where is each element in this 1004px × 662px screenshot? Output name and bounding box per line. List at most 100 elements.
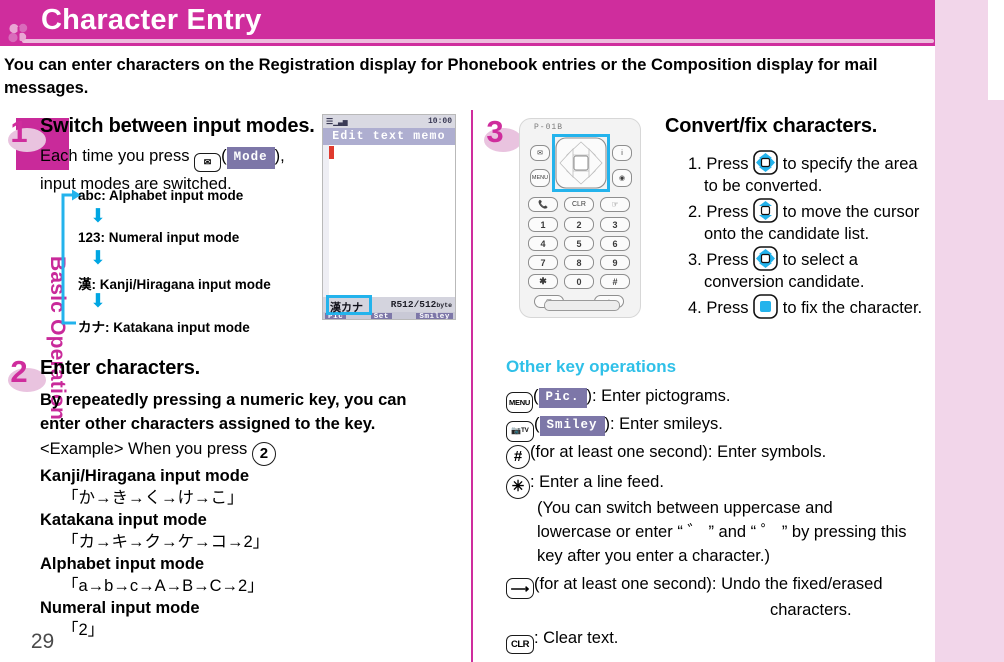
- handset-key-6: 6: [600, 236, 630, 251]
- cycle-down-arrow-2: ⬇: [90, 291, 106, 312]
- handset-clr-key: CLR: [564, 197, 594, 212]
- other-key-row-clear: CLR: Clear text.: [506, 627, 619, 655]
- step-2-number: 2: [10, 354, 28, 389]
- handset-speaker-slot: [544, 300, 620, 311]
- other-key-text-linefeed: : Enter a line feed.: [530, 473, 664, 491]
- handset-key-1: 1: [528, 217, 558, 232]
- nav-up-down-key-icon: [753, 198, 778, 223]
- other-key-row-undo: ⟶ (for at least one second): Undo the fix…: [506, 573, 883, 599]
- other-key-text-undo-cont: characters.: [770, 601, 852, 619]
- other-key-text-smileys: ): Enter smileys.: [604, 415, 723, 433]
- other-key-row-pictograms: MENU(Pic.): Enter pictograms.: [506, 385, 731, 414]
- phone-clock: 10:00: [427, 117, 452, 126]
- step-3-item-3: 3. Press to select a: [688, 246, 948, 272]
- step-2-mode-name-2: Alphabet input mode: [40, 555, 205, 573]
- cycle-down-arrow-1: ⬇: [90, 248, 106, 269]
- handset-key-hash: #: [600, 274, 630, 289]
- handset-mail-key: ✉: [530, 145, 550, 161]
- mode-cycle-item-1: 123: Numeral input mode: [78, 230, 240, 245]
- other-key-text-symbols: (for at least one second): Enter symbols…: [530, 443, 827, 461]
- camera-tv-key-icon: 📷 TV: [506, 420, 534, 442]
- page-title: Character Entry: [41, 4, 262, 36]
- other-key-operations-title: Other key operations: [506, 357, 677, 376]
- other-key-text-undo: (for at least one second): Undo the fixe…: [534, 575, 883, 593]
- counter-value: 512/512: [396, 299, 437, 310]
- input-mode-cycle: abc: Alphabet input mode ⬇ 123: Numeral …: [60, 188, 330, 335]
- step-3-item-3-post: to select a: [782, 251, 858, 269]
- handset-call-key: 📞: [528, 197, 558, 212]
- cycle-loop-arrow: [61, 189, 81, 325]
- center-select-key-icon: [753, 294, 778, 319]
- handset-key-5: 5: [564, 236, 594, 251]
- smiley-softkey-chip: Smiley: [539, 416, 605, 436]
- handset-key-8: 8: [564, 255, 594, 270]
- handset-key-2: 2: [564, 217, 594, 232]
- other-key-row-smileys: 📷 TV(Smiley): Enter smileys.: [506, 413, 723, 442]
- phone-byte-counter: R512/512byte: [391, 299, 452, 310]
- step-2-mode-seq-3: 「2」: [62, 621, 105, 639]
- step-3-item-4: 4. Press to fix the character.: [688, 294, 958, 320]
- nav-up-down-key-alt-icon: [753, 246, 778, 271]
- mode-cycle-item-3: カナ: Katakana input mode: [78, 320, 250, 335]
- handset-key-asterisk: ✱: [528, 274, 558, 289]
- handset-menu-key: MENU: [530, 169, 550, 187]
- step-2-mode-seq-0: 「か→き→く→け→こ」: [62, 489, 244, 507]
- step-3-item-2: 2. Press to move the cursor: [688, 198, 948, 224]
- mode-indicator-text: 漢カナ: [330, 303, 363, 315]
- clear-key-icon: CLR: [506, 635, 534, 655]
- phone-soft-center[interactable]: Set: [370, 312, 392, 319]
- other-key-note-line-1: lowercase or enter “ ゛ ” and “ ゜ ” by pr…: [537, 523, 907, 541]
- phone-screen-screenshot: ☰▁▃▅ 10:00 Edit text memo R512/512byte P…: [322, 114, 456, 320]
- other-key-note-line-2: key after you enter a character.): [537, 547, 770, 565]
- handset-key-0: 0: [564, 274, 594, 289]
- other-key-note-line-0: (You can switch between uppercase and: [537, 499, 833, 517]
- handset-imode-key: i: [612, 145, 632, 161]
- side-rail-notch: [988, 0, 1004, 100]
- step-3-item-2-pre: Press: [706, 203, 749, 221]
- hash-key-icon: #: [506, 444, 530, 469]
- step-3-item-1: 1. Press to specify the area: [688, 150, 948, 176]
- intro-paragraph: You can enter characters on the Registra…: [4, 56, 878, 97]
- column-divider: [471, 110, 473, 662]
- step-3-item-4-pre: Press: [706, 299, 749, 317]
- mode-cycle-item-2: 漢: Kanji/Hiragana input mode: [78, 277, 271, 292]
- nav-left-right-key-icon: [753, 150, 778, 175]
- asterisk-key-icon: ✳: [506, 474, 530, 499]
- counter-suffix: byte: [436, 302, 452, 309]
- text-cursor: [329, 146, 334, 159]
- phone-title-bar: Edit text memo: [323, 128, 455, 145]
- step-3-item-4-number: 4.: [688, 299, 702, 317]
- clover-icon: [8, 23, 28, 43]
- other-key-text-clear: : Clear text.: [534, 629, 619, 647]
- step-3-item-3-pre: Press: [706, 251, 749, 269]
- step-2-mode-name-1: Katakana input mode: [40, 511, 207, 529]
- step-1-line-pre: Each time you press: [40, 147, 190, 165]
- phone-status-bar: ☰▁▃▅ 10:00: [323, 115, 455, 128]
- step-1-heading: Switch between input modes.: [40, 115, 315, 137]
- step-3-item-3-number: 3.: [688, 251, 702, 269]
- example-prefix: <Example> When you press: [40, 440, 248, 458]
- step-3-item-1-pre: Press: [706, 155, 749, 173]
- handset-key-3: 3: [600, 217, 630, 232]
- step-3-heading: Convert/fix characters.: [665, 115, 878, 137]
- handset-camera-tv-key: ◉: [612, 169, 632, 187]
- step-2-mode-seq-1: 「カ→キ→ク→ケ→コ→2」: [62, 533, 270, 551]
- other-key-text-pictograms: ): Enter pictograms.: [586, 387, 731, 405]
- handset-model-label: P-01B: [534, 123, 564, 132]
- step-3-item-4-post: to fix the character.: [782, 299, 923, 317]
- step-3-item-2-post: to move the cursor: [782, 203, 920, 221]
- step-2-heading: Enter characters.: [40, 357, 201, 379]
- step-3-number: 3: [486, 114, 504, 149]
- step-2-bold-line-2: enter other characters assigned to the k…: [40, 415, 376, 433]
- menu-key-icon: MENU: [506, 392, 533, 414]
- phone-soft-right[interactable]: Smiley: [416, 312, 453, 319]
- other-key-row-symbols: # (for at least one second): Enter symbol…: [506, 441, 826, 469]
- step-2-example-line: <Example> When you press 2: [40, 437, 460, 466]
- handset-key-7: 7: [528, 255, 558, 270]
- step-2-mode-name-3: Numeral input mode: [40, 599, 200, 617]
- step-2-bold-line-1: By repeatedly pressing a numeric key, yo…: [40, 391, 407, 409]
- handset-illustration: P-01B ✉ i MENU ◉ 📞 CLR ☞ 1 2 3 4 5 6 7 8…: [519, 118, 641, 318]
- phone-text-area: [323, 145, 455, 297]
- handset-end-key: ☞: [600, 197, 630, 212]
- step-3-item-1-number: 1.: [688, 155, 702, 173]
